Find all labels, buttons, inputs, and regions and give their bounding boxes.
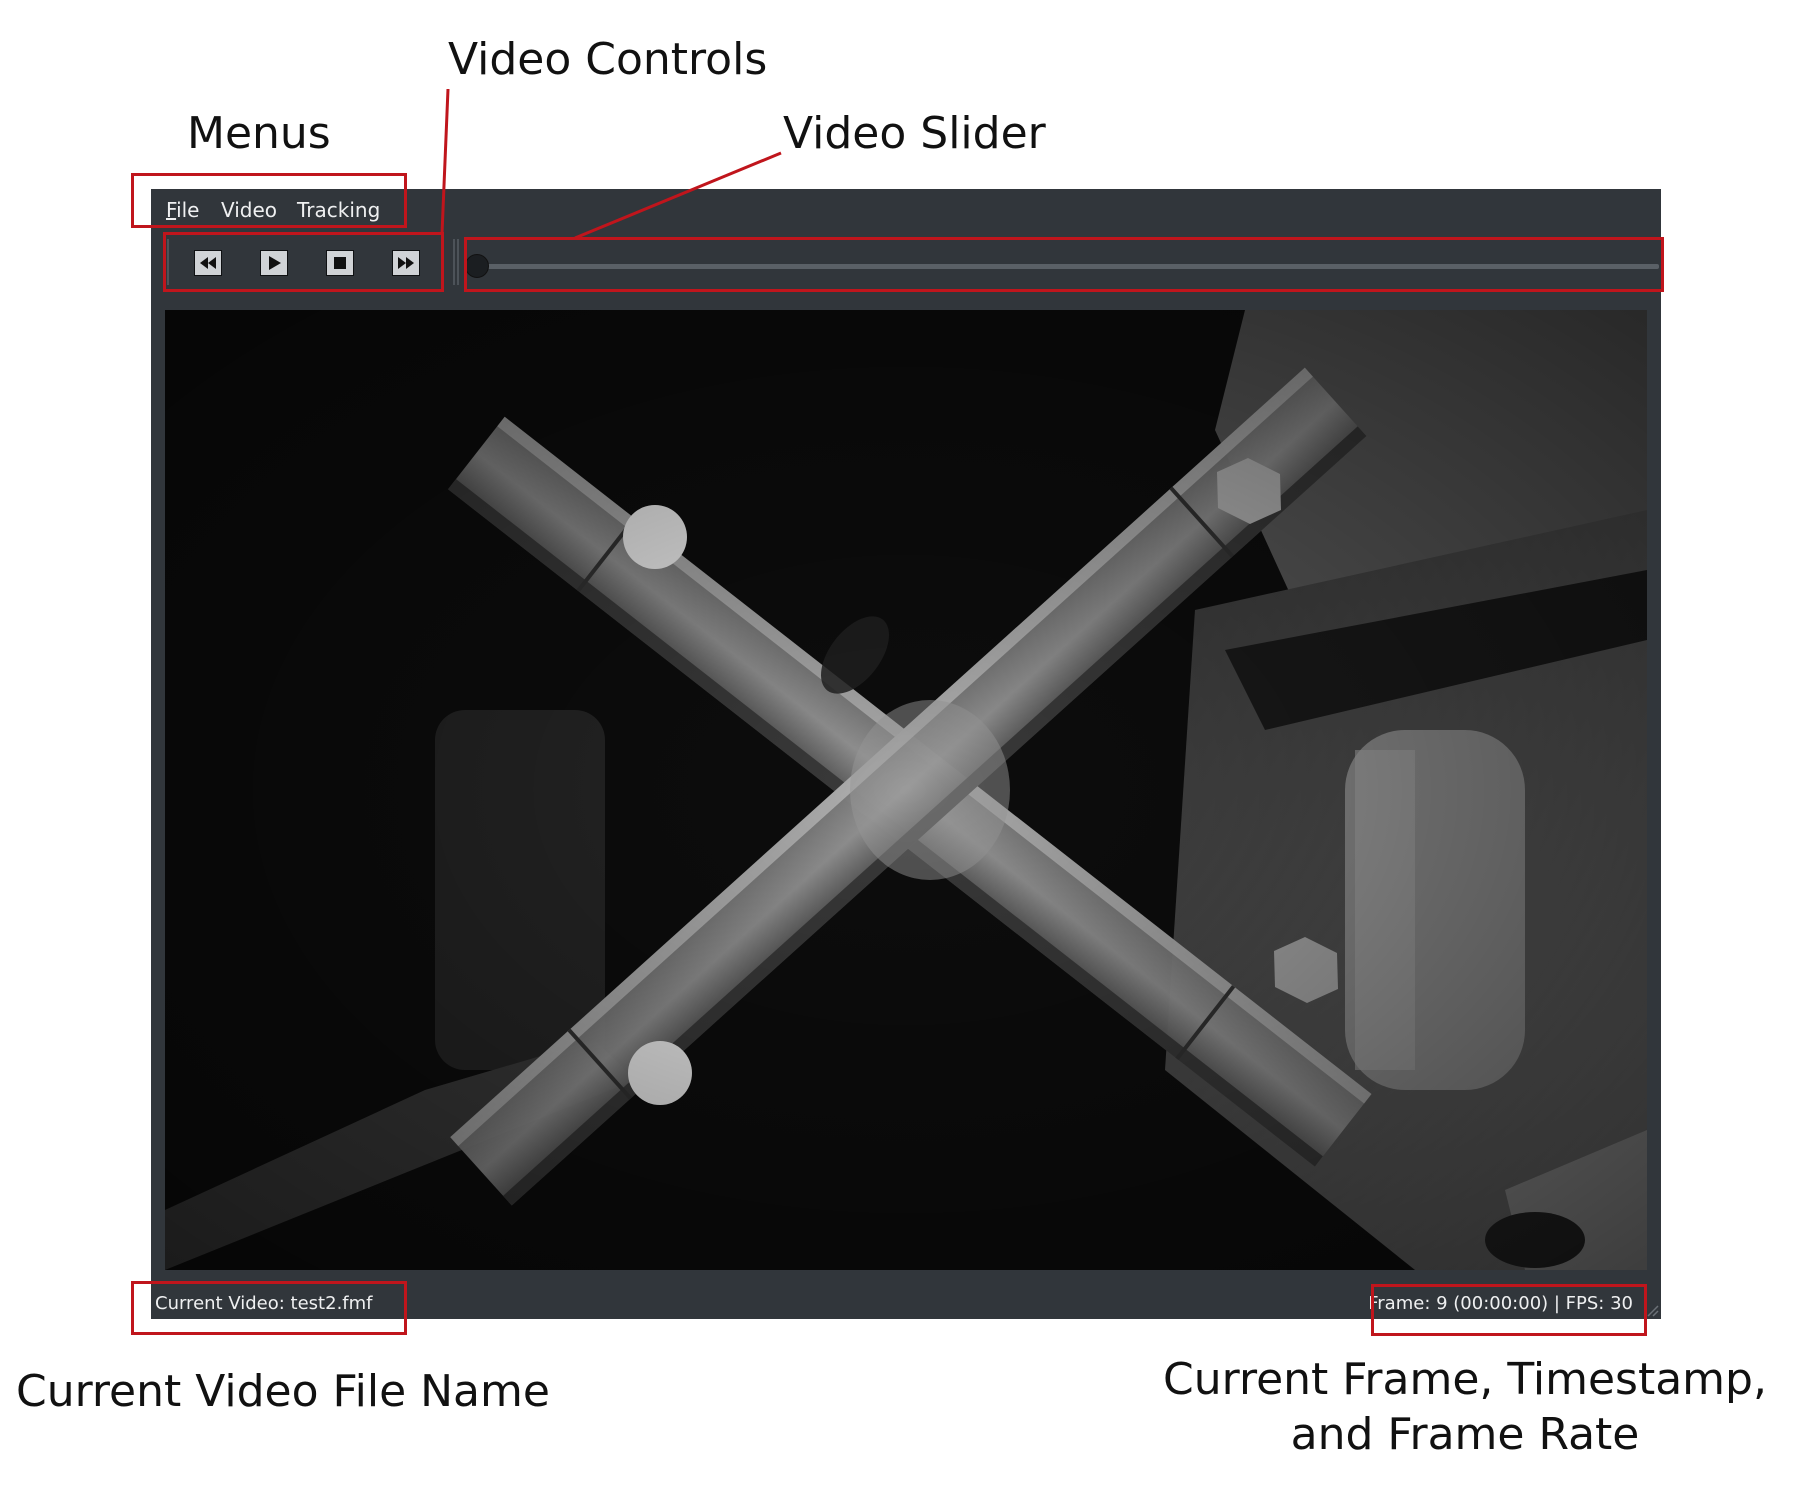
toolbar-handle-2[interactable] — [453, 239, 459, 285]
annotation-frame-info: Current Frame, Timestamp, and Frame Rate — [1163, 1354, 1767, 1460]
menu-bar: File Video Tracking — [151, 189, 1661, 229]
stop-icon — [334, 257, 346, 269]
video-slider-handle[interactable] — [465, 254, 489, 278]
stop-button[interactable] — [326, 250, 354, 276]
frame-info-label: Frame: 9 (00:00:00) | FPS: 30 — [1368, 1293, 1633, 1314]
menu-file-label: F — [166, 198, 177, 222]
toolbar — [151, 231, 1661, 293]
menu-tracking[interactable]: Tracking — [297, 198, 380, 222]
annotation-current-file: Current Video File Name — [16, 1366, 550, 1417]
video-tracker-window: File Video Tracking Current Video: test2… — [151, 189, 1661, 1319]
annotation-video-controls: Video Controls — [448, 34, 768, 85]
rewind-icon — [200, 257, 216, 269]
video-frame — [165, 310, 1647, 1270]
menu-video[interactable]: Video — [221, 198, 277, 222]
menu-file[interactable]: File — [166, 198, 199, 222]
rewind-button[interactable] — [194, 250, 222, 276]
current-video-label: Current Video: test2.fmf — [155, 1293, 373, 1314]
play-icon — [269, 256, 281, 270]
resize-grip-icon[interactable] — [1645, 1303, 1659, 1317]
annotation-video-slider: Video Slider — [783, 108, 1046, 159]
fast-forward-icon — [398, 257, 414, 269]
play-button[interactable] — [260, 250, 288, 276]
annotation-menus: Menus — [187, 108, 331, 159]
video-frame-image — [165, 310, 1647, 1270]
video-slider[interactable] — [465, 254, 1659, 278]
toolbar-handle[interactable] — [163, 239, 169, 285]
menu-file-rest: ile — [176, 198, 200, 222]
fast-forward-button[interactable] — [392, 250, 420, 276]
